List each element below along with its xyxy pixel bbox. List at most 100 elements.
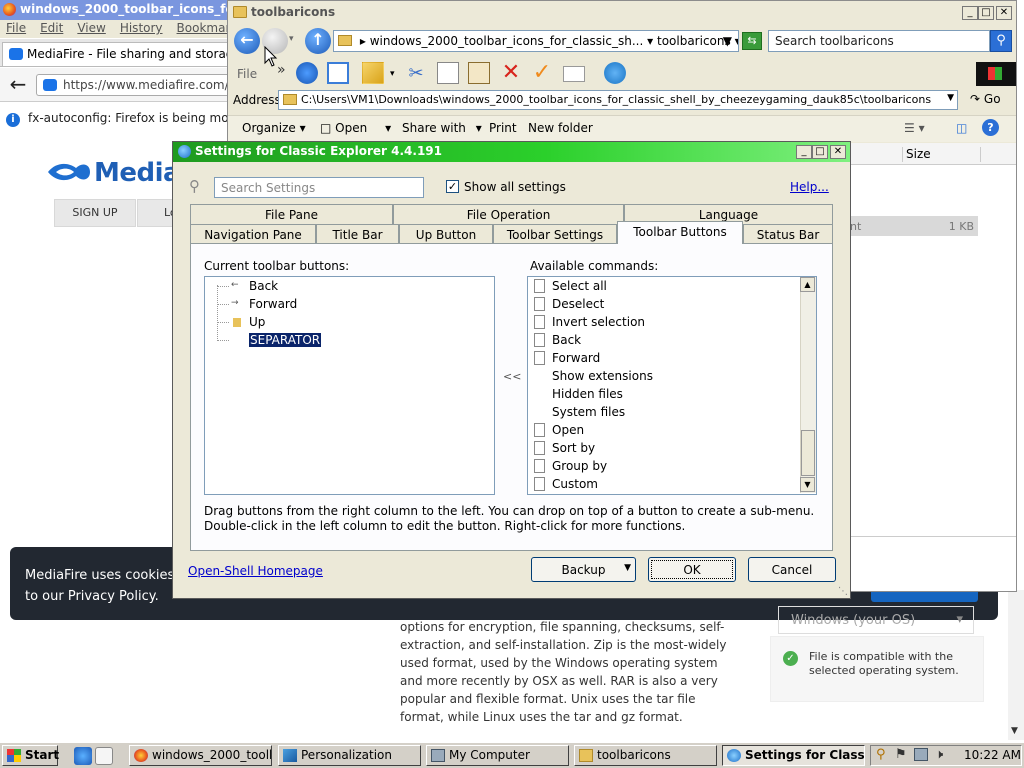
tab-navigation-pane[interactable]: Navigation Pane [190,224,316,244]
refresh-icon[interactable]: ⇆ [742,32,762,50]
menu-edit[interactable]: Edit [40,21,63,35]
tab-toolbar-buttons[interactable]: Toolbar Buttons [617,221,743,244]
checkmark-icon[interactable]: ✓ [531,62,553,84]
network-tray-icon[interactable] [914,748,928,761]
up-folder-icon[interactable] [296,62,318,84]
signup-button[interactable]: SIGN UP [54,199,136,227]
menu-history[interactable]: History [120,21,163,35]
paste-icon[interactable] [468,62,490,84]
minimize-button[interactable]: _ [962,6,978,20]
delete-icon[interactable]: ✕ [500,62,522,84]
task-personalization[interactable]: Personalization [278,745,421,766]
preview-pane-icon[interactable]: ◫ [956,121,967,135]
tree-item-up[interactable]: Up [205,313,485,331]
globe-icon[interactable] [604,62,626,84]
task-firefox[interactable]: windows_2000_toolba... [129,745,272,766]
available-command-item[interactable]: Custom [530,475,798,493]
size-column-header[interactable]: Size [906,147,931,161]
close-button[interactable]: ✕ [996,6,1012,20]
ie-quicklaunch-icon[interactable] [74,747,92,765]
scroll-up-icon[interactable]: ▲ [800,277,815,292]
tree-item-forward[interactable]: → Forward [205,295,485,313]
copy-icon[interactable] [437,62,459,84]
open-shell-homepage-link[interactable]: Open-Shell Homepage [188,564,323,578]
available-command-item[interactable]: Forward [530,349,798,367]
tab-toolbar-settings[interactable]: Toolbar Settings [493,224,617,244]
tab-up-button[interactable]: Up Button [399,224,493,244]
search-icon[interactable]: ⚲ [990,30,1012,52]
menu-file[interactable]: File [6,21,26,35]
flag-tray-icon[interactable]: ⚑ [895,747,907,762]
available-command-item[interactable]: Hidden files [530,385,798,403]
tree-item-back[interactable]: ← Back [205,277,485,295]
available-command-item[interactable]: System files [530,403,798,421]
chevron-down-icon[interactable]: ▼ [723,34,732,48]
folders-pane-icon[interactable] [327,62,349,84]
available-command-item[interactable]: Open [530,421,798,439]
add-to-toolbar-button[interactable]: << [503,370,521,383]
scroll-down-icon[interactable]: ▼ [800,477,815,492]
login-button[interactable]: Lo [137,199,177,227]
tab-status-bar[interactable]: Status Bar [743,224,833,244]
history-dropdown-icon[interactable]: ▾ [289,34,294,44]
organize-button[interactable]: Organize ▾ [242,121,306,135]
share-with-button[interactable]: Share with ▾ [402,121,482,135]
tab-file-operation[interactable]: File Operation [393,204,624,224]
show-all-settings-label[interactable]: Show all settings [464,180,566,194]
settings-search-input[interactable]: Search Settings [214,177,424,198]
print-button[interactable]: Print [489,121,517,135]
toolbar-overflow-icon[interactable]: » [277,62,286,78]
up-arrow-icon[interactable]: ↑ [305,28,331,54]
back-arrow-icon[interactable]: ← [6,74,30,96]
volume-muted-icon[interactable]: 🕨 [935,747,943,762]
mediafire-logo[interactable]: Media [46,158,181,188]
available-command-item[interactable]: Select all [530,277,798,295]
cut-icon[interactable]: ✂ [405,62,427,84]
backup-button[interactable]: Backup ▼ [531,557,636,582]
dialog-minimize-button[interactable]: _ [796,145,812,159]
show-all-settings-checkbox[interactable]: ✓ [446,180,459,193]
resize-grip-icon[interactable]: ⋱ [838,586,848,597]
go-button[interactable]: ↷ Go [970,92,1001,106]
page-scrollbar[interactable]: ▼ [1008,590,1024,740]
tab-file-pane[interactable]: File Pane [190,204,393,224]
url-bar[interactable]: https://www.mediafire.com/file/v [36,74,230,96]
available-command-item[interactable]: Show extensions [530,367,798,385]
scrollbar-thumb[interactable] [801,430,815,476]
tree-item-separator[interactable]: SEPARATOR [205,331,485,349]
explorer-breadcrumb[interactable]: ▸ windows_2000_toolbar_icons_for_classic… [333,30,739,52]
available-command-item[interactable]: Invert selection [530,313,798,331]
available-command-item[interactable]: Group by [530,457,798,475]
cancel-button[interactable]: Cancel [748,557,836,582]
menu-view[interactable]: View [77,21,105,35]
task-settings[interactable]: Settings for Classi... [722,745,865,766]
breadcrumb-item[interactable]: windows_2000_toolbar_icons_for_classic_s… [370,34,644,48]
dialog-close-button[interactable]: ✕ [830,145,846,159]
start-button[interactable]: Start [2,745,59,766]
address-bar[interactable]: C:\Users\VM1\Downloads\windows_2000_tool… [278,90,958,110]
current-buttons-tree[interactable]: ← Back → Forward Up SEPARATOR [204,276,495,495]
breadcrumb-item[interactable]: toolbaricons [657,34,731,48]
search-tray-icon[interactable]: ⚲ [876,747,886,762]
open-button[interactable]: □ Open ▾ [320,121,391,135]
explorer-back-icon[interactable]: ← [234,28,260,54]
tab-title-bar[interactable]: Title Bar [316,224,399,244]
help-link[interactable]: Help... [790,180,829,194]
available-command-item[interactable]: Back [530,331,798,349]
notepad-quicklaunch-icon[interactable] [95,747,113,765]
ok-button[interactable]: OK [648,557,736,582]
os-dropdown[interactable]: Windows (your OS) ▾ [778,606,974,634]
dialog-maximize-button[interactable]: □ [812,145,828,159]
available-command-item[interactable]: Deselect [530,295,798,313]
firefox-tab-mediafire[interactable]: MediaFire - File sharing and storage mad… [2,42,230,66]
explorer-file-menu[interactable]: File [237,67,257,81]
view-options-icon[interactable]: ☰ ▾ [904,121,925,135]
scroll-down-icon[interactable]: ▼ [1011,726,1018,736]
task-toolbaricons[interactable]: toolbaricons [574,745,717,766]
available-command-item[interactable]: Sort by [530,439,798,457]
properties-icon[interactable] [362,62,384,84]
new-folder-button[interactable]: New folder [528,121,593,135]
help-icon[interactable]: ? [982,119,999,136]
email-icon[interactable] [563,66,585,82]
file-row[interactable]: nt 1 KB [850,216,978,236]
